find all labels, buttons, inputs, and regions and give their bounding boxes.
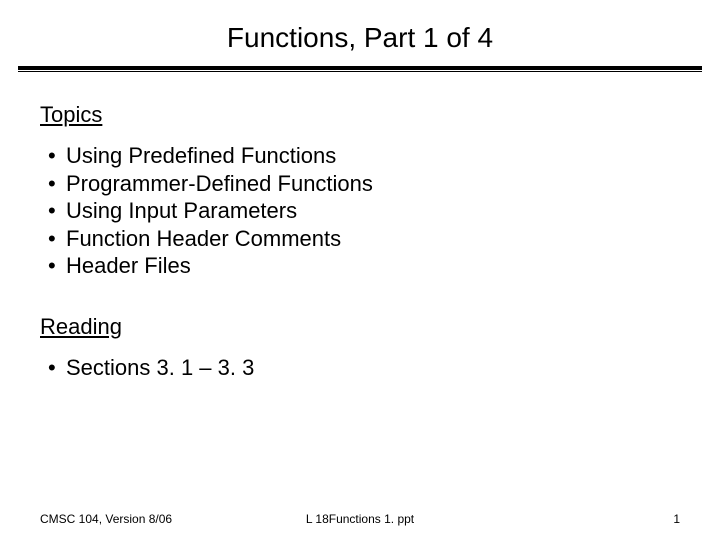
bullet-icon: • [48, 197, 66, 225]
list-item-label: Programmer-Defined Functions [66, 171, 373, 196]
list-item-label: Header Files [66, 253, 191, 278]
list-item-label: Sections 3. 1 – 3. 3 [66, 355, 254, 380]
reading-heading: Reading [40, 314, 680, 340]
slide: Functions, Part 1 of 4 Topics •Using Pre… [0, 0, 720, 540]
bullet-icon: • [48, 252, 66, 280]
bullet-icon: • [48, 225, 66, 253]
slide-body: Topics •Using Predefined Functions •Prog… [0, 70, 720, 381]
list-item-label: Using Predefined Functions [66, 143, 336, 168]
footer-right: 1 [673, 512, 680, 526]
footer-center: L 18Functions 1. ppt [0, 512, 720, 526]
topics-list: •Using Predefined Functions •Programmer-… [40, 142, 680, 280]
list-item: •Function Header Comments [40, 225, 680, 253]
bullet-icon: • [48, 354, 66, 382]
list-item-label: Using Input Parameters [66, 198, 297, 223]
bullet-icon: • [48, 142, 66, 170]
reading-list: •Sections 3. 1 – 3. 3 [40, 354, 680, 382]
title-divider [18, 66, 702, 70]
slide-title: Functions, Part 1 of 4 [0, 0, 720, 66]
list-item: •Sections 3. 1 – 3. 3 [40, 354, 680, 382]
list-item: •Using Input Parameters [40, 197, 680, 225]
list-item: •Programmer-Defined Functions [40, 170, 680, 198]
bullet-icon: • [48, 170, 66, 198]
topics-heading: Topics [40, 102, 680, 128]
list-item: •Header Files [40, 252, 680, 280]
list-item-label: Function Header Comments [66, 226, 341, 251]
list-item: •Using Predefined Functions [40, 142, 680, 170]
